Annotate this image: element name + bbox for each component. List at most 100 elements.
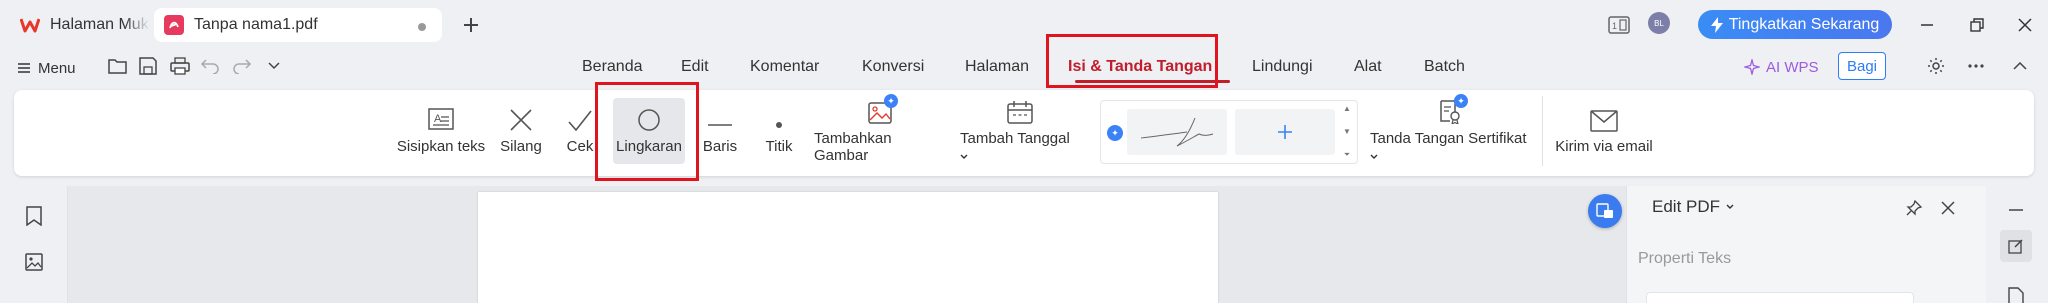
chevron-down-icon [1726,204,1734,209]
text-box-icon: A [428,98,454,132]
minimize-panel-button[interactable] [2000,194,2032,226]
cross-button[interactable]: Silang [496,98,546,164]
add-image-label: Tambahkan Gambar [814,130,892,164]
add-date-label: Tambah Tanggal [960,130,1080,164]
svg-text:1: 1 [1612,21,1617,31]
dot-button[interactable]: Titik [759,98,799,164]
minimize-button[interactable] [1912,10,1942,40]
unsaved-dot-icon [418,23,426,31]
tab-batch[interactable]: Batch [1424,58,1465,76]
wps-logo-icon [20,15,40,35]
add-date-button[interactable]: Tambah Tanggal [960,98,1080,164]
ai-wps-button[interactable]: AI WPS [1744,55,1819,79]
tab-beranda[interactable]: Beranda [582,58,643,76]
title-bar: Halaman Muka Tanpa nama1.pdf 1 BL Tingka… [0,0,2048,48]
redo-button[interactable] [230,54,254,78]
restore-button[interactable] [1962,10,1992,40]
tab-home-label: Halaman Muka [50,16,150,33]
document-panel-button[interactable] [2000,280,2032,303]
lightning-icon [1710,16,1723,33]
close-panel-button[interactable] [1936,196,1960,220]
close-icon [2018,18,2032,32]
settings-button[interactable] [1924,54,1948,78]
ai-sparkle-icon [1744,59,1760,75]
certificate-signature-label: Tanda Tangan Sertifikat [1370,130,1530,164]
upgrade-label: Tingkatkan Sekarang [1728,15,1880,33]
text-properties-box [1646,292,1914,303]
quick-access-dropdown[interactable] [262,54,286,78]
share-button[interactable]: Bagi [1838,52,1886,80]
pin-icon [1906,200,1922,216]
right-sidebar [1986,186,2048,303]
edit-panel-button[interactable] [2000,230,2032,262]
scroll-down-icon[interactable]: ▼ [1343,127,1351,136]
line-button[interactable]: Baris [700,98,740,164]
collapse-ribbon-button[interactable] [2008,54,2032,78]
ai-badge-icon: ✦ [1454,94,1468,108]
edit-pdf-title[interactable]: Edit PDF [1652,197,1734,217]
more-options-button[interactable] [1964,54,1988,78]
signature-slot[interactable] [1127,109,1227,155]
tab-halaman[interactable]: Halaman [965,58,1029,76]
tab-edit[interactable]: Edit [681,58,709,76]
certificate-icon: ✦ [1438,94,1468,124]
expand-more-icon[interactable]: ⏷ [1344,150,1350,160]
insert-text-button[interactable]: A Sisipkan teks [396,98,486,164]
plus-icon [464,18,478,32]
ai-badge-icon: ✦ [884,94,898,108]
check-icon [568,98,592,132]
tab-komentar[interactable]: Komentar [750,58,819,76]
ai-badge-icon: ✦ [1107,125,1123,141]
minimize-icon [1921,24,1933,26]
undo-button[interactable] [198,54,222,78]
add-signature-button[interactable] [1235,109,1335,155]
close-window-button[interactable] [2010,10,2040,40]
pdf-icon [164,15,184,35]
cross-label: Silang [500,138,542,155]
upgrade-button[interactable]: Tingkatkan Sekarang [1698,10,1892,39]
insert-text-label: Sisipkan teks [396,138,486,155]
floating-action-button[interactable] [1588,194,1622,228]
signature-scroll[interactable]: ▲ ▼ ⏷ [1340,104,1354,160]
tab-lindungi[interactable]: Lindungi [1252,58,1313,76]
text-properties-heading: Properti Teks [1638,250,1732,267]
user-avatar[interactable]: BL [1648,12,1670,34]
line-label: Baris [702,138,738,155]
menu-button[interactable]: Menu [18,56,76,80]
left-sidebar [0,186,68,303]
open-file-button[interactable] [106,54,130,78]
chevron-up-icon [2013,62,2027,70]
add-image-button[interactable]: ✦ Tambahkan Gambar [814,94,948,164]
pdf-page[interactable] [478,192,1218,303]
tab-alat[interactable]: Alat [1354,58,1382,76]
save-button[interactable] [136,54,160,78]
check-label: Cek [566,138,594,155]
line-icon [707,98,733,132]
dot-label: Titik [765,138,793,155]
print-button[interactable] [168,54,192,78]
certificate-signature-button[interactable]: ✦ Tanda Tangan Sertifikat [1370,94,1530,164]
edit-icon [2008,239,2023,254]
bookmark-button[interactable] [22,204,46,228]
plus-icon [1278,125,1292,139]
ellipsis-icon [1968,64,1984,68]
page-count-button[interactable]: 1 [1604,10,1634,40]
svg-text:A: A [434,113,442,125]
send-email-button[interactable]: Kirim via email [1552,98,1656,164]
chevron-down-icon [268,62,280,70]
thumbnail-button[interactable] [22,250,46,274]
pin-panel-button[interactable] [1902,196,1926,220]
signature-stroke-icon [1140,117,1214,147]
tab-document-label: Tanpa nama1.pdf [194,16,318,33]
redo-icon [233,59,252,74]
new-tab-button[interactable] [458,12,484,38]
check-button[interactable]: Cek [560,98,600,164]
restore-icon [1970,18,1984,32]
tab-document[interactable]: Tanpa nama1.pdf [154,8,442,42]
scroll-up-icon[interactable]: ▲ [1343,104,1351,113]
tab-konversi[interactable]: Konversi [862,58,924,76]
tab-home[interactable]: Halaman Muka [8,8,150,42]
email-icon [1590,98,1618,132]
gear-icon [1928,58,1944,74]
chevron-down-icon [1370,154,1378,159]
